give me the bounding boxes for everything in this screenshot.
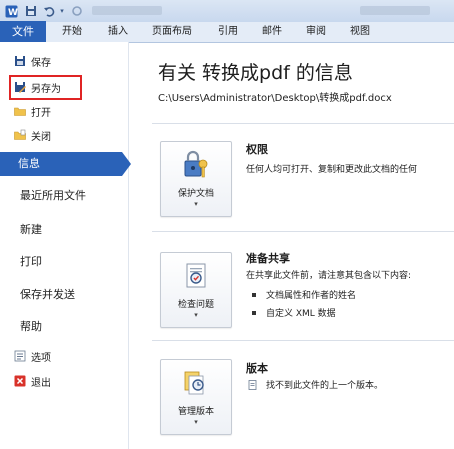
tab-view[interactable]: 视图 bbox=[350, 22, 370, 42]
save-icon bbox=[14, 55, 26, 67]
tab-page-layout[interactable]: 页面布局 bbox=[152, 22, 192, 42]
quick-save-icon[interactable] bbox=[24, 3, 38, 19]
bullet-icon bbox=[252, 292, 256, 297]
close-doc-icon bbox=[14, 129, 26, 141]
options-icon bbox=[14, 350, 26, 362]
ribbon-tab-bar: 开始 插入 页面布局 引用 邮件 审阅 视图 bbox=[0, 22, 454, 43]
bullet-text: 自定义 XML 数据 bbox=[266, 309, 336, 319]
section-divider bbox=[152, 123, 454, 124]
check-for-issues-label: 检查问题 bbox=[177, 300, 214, 310]
title-bar: W ▾ bbox=[0, 0, 454, 23]
section-divider bbox=[152, 231, 454, 232]
exit-label: 退出 bbox=[31, 377, 51, 389]
page-title: 有关 转换成pdf 的信息 bbox=[158, 62, 353, 84]
window-controls-blurred bbox=[360, 6, 430, 15]
permissions-title: 权限 bbox=[246, 143, 268, 156]
save-and-send-menu-item[interactable]: 保存并发送 bbox=[20, 285, 75, 305]
save-menu-item[interactable]: 保存 bbox=[14, 52, 51, 70]
open-menu-item[interactable]: 打开 bbox=[14, 102, 51, 120]
exit-icon bbox=[14, 375, 26, 387]
bullet-text: 文档属性和作者的姓名 bbox=[266, 291, 357, 301]
tab-mailings[interactable]: 邮件 bbox=[262, 22, 282, 42]
close-menu-item[interactable]: 关闭 bbox=[14, 126, 51, 144]
info-label: 信息 bbox=[18, 157, 40, 170]
tab-references[interactable]: 引用 bbox=[218, 22, 238, 42]
open-folder-icon bbox=[14, 105, 26, 117]
lock-key-icon bbox=[182, 150, 210, 180]
versions-text: 找不到此文件的上一个版本。 bbox=[266, 381, 384, 391]
svg-text:W: W bbox=[8, 8, 18, 18]
tab-home[interactable]: 开始 bbox=[62, 22, 82, 42]
info-menu-item[interactable]: 信息 bbox=[0, 152, 122, 176]
tab-review[interactable]: 审阅 bbox=[306, 22, 326, 42]
active-item-arrow bbox=[122, 152, 131, 176]
open-label: 打开 bbox=[31, 107, 51, 119]
chevron-down-icon: ▾ bbox=[194, 418, 198, 426]
versions-line: 找不到此文件的上一个版本。 bbox=[248, 378, 383, 391]
versions-icon bbox=[182, 368, 210, 398]
file-path: C:\Users\Administrator\Desktop\转换成pdf.do… bbox=[158, 93, 392, 104]
save-as-highlight bbox=[9, 75, 82, 100]
prepare-sharing-title: 准备共享 bbox=[246, 252, 290, 265]
options-label: 选项 bbox=[31, 352, 51, 364]
inspect-document-icon bbox=[182, 261, 210, 291]
help-menu-item[interactable]: 帮助 bbox=[20, 317, 42, 337]
exit-menu-item[interactable]: 退出 bbox=[14, 372, 51, 390]
options-menu-item[interactable]: 选项 bbox=[14, 347, 51, 365]
chevron-down-icon: ▾ bbox=[194, 311, 198, 319]
tab-file[interactable]: 文件 bbox=[0, 21, 46, 42]
new-menu-item[interactable]: 新建 bbox=[20, 220, 42, 240]
versions-title: 版本 bbox=[246, 362, 268, 375]
print-menu-item[interactable]: 打印 bbox=[20, 252, 42, 272]
list-item: 文档属性和作者的姓名 bbox=[252, 288, 356, 301]
undo-icon[interactable] bbox=[42, 3, 56, 19]
version-doc-icon bbox=[248, 379, 258, 390]
bullet-icon bbox=[252, 310, 256, 315]
permissions-text: 任何人均可打开、复制和更改此文档的任何 bbox=[246, 165, 418, 175]
recent-menu-item[interactable]: 最近所用文件 bbox=[20, 186, 86, 206]
title-text-blurred bbox=[92, 6, 162, 15]
redo-icon[interactable] bbox=[70, 3, 84, 19]
undo-dropdown-icon[interactable]: ▾ bbox=[58, 3, 66, 19]
manage-versions-button[interactable]: 管理版本 ▾ bbox=[160, 359, 232, 435]
protect-document-button[interactable]: 保护文档 ▾ bbox=[160, 141, 232, 217]
close-label: 关闭 bbox=[31, 131, 51, 143]
tab-insert[interactable]: 插入 bbox=[108, 22, 128, 42]
check-for-issues-button[interactable]: 检查问题 ▾ bbox=[160, 252, 232, 328]
protect-document-label: 保护文档 bbox=[177, 189, 214, 199]
list-item: 自定义 XML 数据 bbox=[252, 306, 336, 319]
prepare-sharing-text: 在共享此文件前，请注意其包含以下内容: bbox=[246, 271, 412, 281]
section-divider bbox=[152, 340, 454, 341]
save-label: 保存 bbox=[31, 57, 51, 69]
chevron-down-icon: ▾ bbox=[194, 200, 198, 208]
manage-versions-label: 管理版本 bbox=[177, 407, 214, 417]
backstage-nav: 保存 另存为 打开 关闭 最近所用文件 新建 打印 保存并发送 帮助 选项 退出 bbox=[0, 42, 129, 449]
word-app-icon: W bbox=[4, 3, 18, 19]
